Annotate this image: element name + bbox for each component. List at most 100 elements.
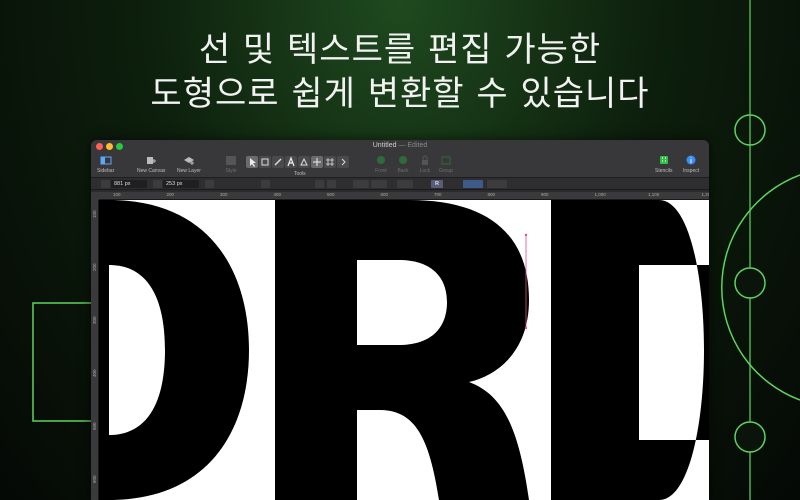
width-field[interactable]: 881 px bbox=[111, 180, 147, 188]
shadow-toggle[interactable] bbox=[353, 180, 369, 188]
selection-handle[interactable] bbox=[524, 326, 528, 330]
ruler-corner bbox=[91, 192, 99, 200]
style-label: Style bbox=[225, 168, 237, 174]
back-label: Back bbox=[397, 168, 409, 174]
converted-text-shapes[interactable] bbox=[99, 200, 709, 500]
text-tool[interactable] bbox=[285, 156, 297, 168]
new-layer-button[interactable]: New Layer bbox=[177, 155, 201, 174]
tools-label: Tools bbox=[294, 171, 306, 177]
pointer-icon bbox=[250, 158, 256, 167]
shape-tool[interactable] bbox=[298, 156, 310, 168]
more-tools[interactable] bbox=[337, 156, 349, 168]
lock-icon bbox=[422, 155, 428, 165]
ruler-tick-label: 300 bbox=[92, 316, 97, 324]
inspect-button[interactable]: Inspect bbox=[683, 155, 699, 174]
ruler-tick-label: 700 bbox=[434, 192, 442, 197]
lock-label: Lock bbox=[419, 168, 431, 174]
new-canvas-label: New Canvas bbox=[137, 168, 166, 174]
document-title: Untitled bbox=[372, 142, 397, 149]
stroke-color-icon[interactable] bbox=[315, 180, 324, 188]
ruler-tick-label: 200 bbox=[166, 192, 175, 197]
ruler-tick-label: 500 bbox=[327, 192, 335, 197]
headline-line-1: 선 및 텍스트를 편집 가능한 bbox=[198, 30, 602, 70]
ruler-tick-label: 500 bbox=[92, 422, 97, 430]
ruler-tick-label: 400 bbox=[273, 192, 282, 197]
text-icon bbox=[287, 156, 295, 167]
new-canvas-icon bbox=[147, 157, 157, 164]
new-layer-label: New Layer bbox=[177, 168, 201, 174]
fill-color-icon[interactable] bbox=[327, 180, 336, 188]
lock-button[interactable]: Lock bbox=[419, 155, 431, 174]
font-style-select[interactable] bbox=[463, 180, 483, 188]
corner-toggle[interactable] bbox=[371, 180, 387, 188]
ruler-tick-label: 600 bbox=[380, 192, 389, 197]
convert-icon bbox=[313, 158, 321, 166]
style-icon bbox=[226, 156, 236, 165]
send-back-icon bbox=[399, 156, 407, 164]
ruler-tick-label: 300 bbox=[220, 192, 228, 197]
ruler-tick-label: 100 bbox=[113, 192, 121, 197]
app-window: Untitled — Edited Sidebar New Canvas New… bbox=[91, 140, 709, 500]
sidebar-button[interactable]: Sidebar bbox=[97, 155, 114, 174]
title-bar: Untitled — Edited bbox=[91, 140, 709, 154]
pointer-tool[interactable] bbox=[246, 156, 258, 168]
toolbar: Sidebar New Canvas New Layer Style Tools… bbox=[91, 154, 709, 178]
front-label: Front bbox=[375, 168, 387, 174]
letter-d-right-shape bbox=[551, 200, 709, 500]
convert-tool[interactable] bbox=[311, 156, 323, 168]
height-field[interactable]: 253 px bbox=[163, 180, 199, 188]
horizontal-ruler: 100 200 300 400 500 600 700 800 900 1,000 1,100 1,2… bbox=[99, 192, 709, 200]
selection-handle[interactable] bbox=[524, 233, 528, 237]
rotate-tool[interactable] bbox=[259, 156, 271, 168]
height-icon bbox=[153, 180, 162, 188]
ruler-tick-label: 900 bbox=[541, 192, 549, 197]
new-layer-icon bbox=[183, 157, 194, 165]
ruler-tick-label: 600 bbox=[92, 475, 97, 483]
group-icon bbox=[441, 156, 451, 165]
stencils-icon bbox=[659, 156, 668, 164]
ruler-tick-label: 1,100 bbox=[648, 192, 660, 197]
vertical-ruler: 100 200 300 400 500 600 bbox=[91, 200, 99, 500]
ruler-tick-label: 1,200 bbox=[701, 192, 710, 197]
edited-status: — Edited bbox=[398, 142, 428, 149]
drawing-canvas[interactable] bbox=[99, 200, 709, 500]
new-canvas-button[interactable]: New Canvas bbox=[137, 155, 165, 174]
spacing-icon[interactable] bbox=[261, 180, 270, 188]
ruler-tick-label: 400 bbox=[92, 369, 97, 377]
inspect-label: Inspect bbox=[683, 168, 700, 174]
letter-d-left-shape bbox=[99, 200, 249, 500]
align-icon[interactable] bbox=[205, 180, 214, 188]
window-title: Untitled — Edited bbox=[91, 142, 709, 149]
line-style-select[interactable] bbox=[397, 180, 413, 188]
shape-icon bbox=[300, 157, 308, 166]
group-label: Group bbox=[439, 168, 453, 174]
width-icon bbox=[101, 180, 110, 188]
inspector-bar: 881 px 253 px R bbox=[91, 178, 709, 190]
text-color-select[interactable] bbox=[487, 180, 507, 188]
stencils-label: Stencils bbox=[655, 168, 673, 174]
font-letter[interactable]: R bbox=[431, 180, 443, 188]
front-button[interactable]: Front bbox=[375, 155, 387, 174]
bring-front-icon bbox=[377, 156, 385, 164]
letter-r-shape bbox=[275, 200, 529, 500]
ruler-tick-label: 800 bbox=[487, 192, 496, 197]
style-button[interactable]: Style bbox=[225, 155, 237, 174]
headline: 선 및 텍스트를 편집 가능한 도형으로 쉽게 변환할 수 있습니다 bbox=[0, 28, 800, 116]
pen-tool[interactable] bbox=[272, 156, 284, 168]
back-button[interactable]: Back bbox=[397, 155, 409, 174]
group-button[interactable]: Group bbox=[439, 155, 453, 174]
sidebar-label: Sidebar bbox=[97, 168, 115, 174]
sidebar-icon bbox=[100, 156, 112, 165]
grid-icon bbox=[326, 158, 334, 166]
ruler-tick-label: 1,000 bbox=[594, 192, 606, 197]
pen-icon bbox=[274, 158, 282, 166]
info-icon bbox=[686, 155, 696, 165]
more-icon bbox=[341, 158, 346, 166]
stencils-button[interactable]: Stencils bbox=[655, 155, 673, 174]
ruler-tick-label: 100 bbox=[92, 210, 97, 218]
tools-group bbox=[246, 156, 349, 169]
ruler-tick-label: 200 bbox=[92, 263, 97, 271]
headline-line-2: 도형으로 쉽게 변환할 수 있습니다 bbox=[150, 74, 650, 114]
grid-tool[interactable] bbox=[324, 156, 336, 168]
rotate-icon bbox=[261, 158, 269, 166]
